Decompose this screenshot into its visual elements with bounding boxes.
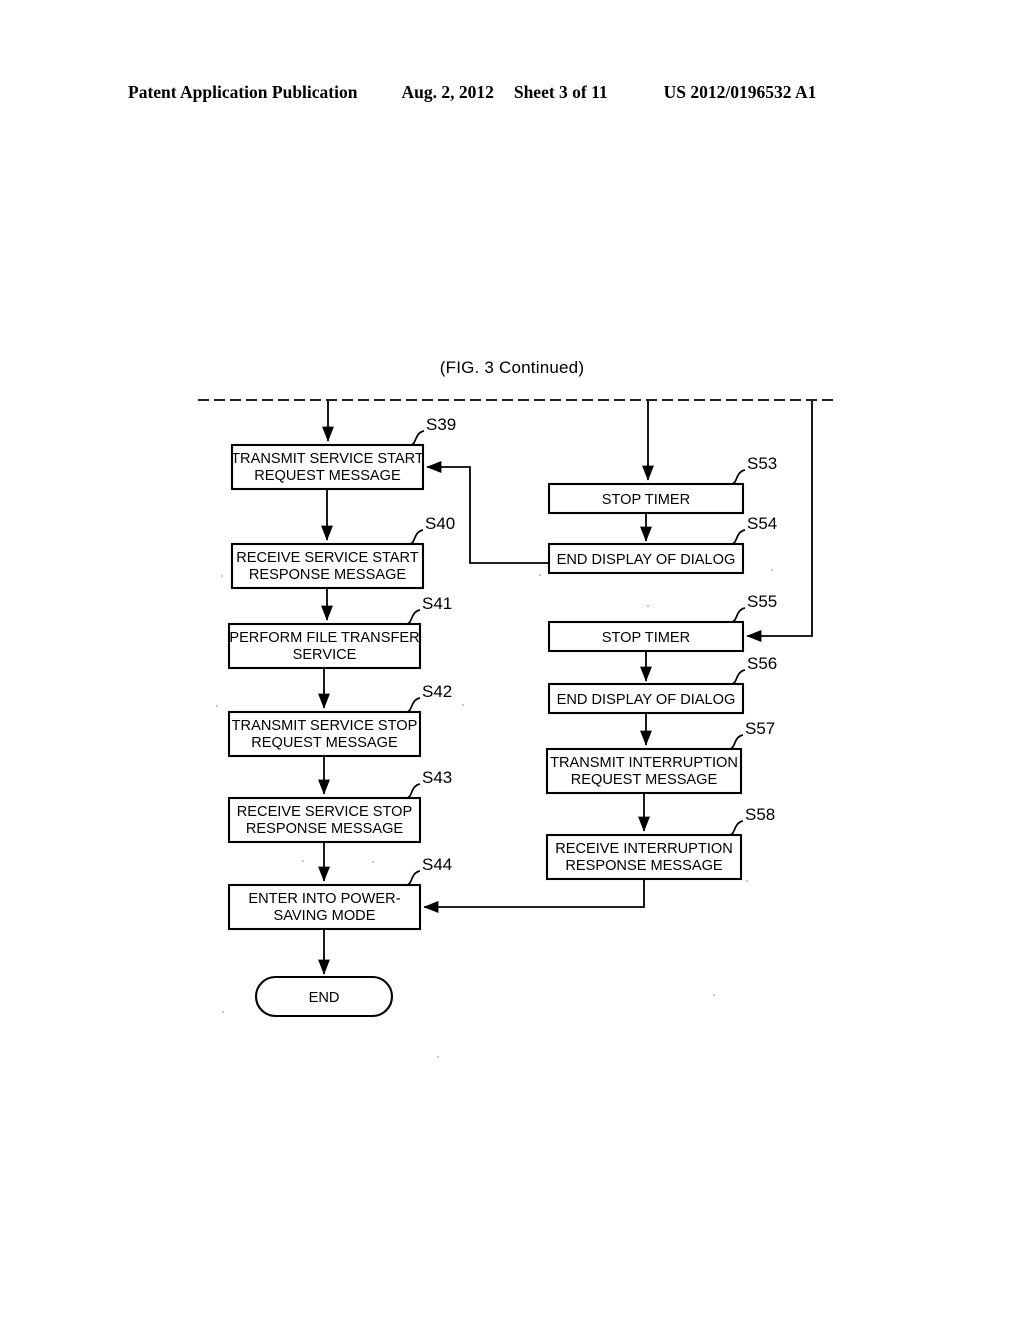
flow-node-s42: TRANSMIT SERVICE STOP REQUEST MESSAGE S4… bbox=[227, 682, 452, 758]
flow-node-s58: RECEIVE INTERRUPTION RESPONSE MESSAGE S5… bbox=[545, 805, 775, 881]
step-label-s56: S56 bbox=[747, 654, 777, 673]
flow-node-s44: ENTER INTO POWER- SAVING MODE S44 bbox=[227, 855, 452, 931]
step-label-s54: S54 bbox=[747, 514, 777, 533]
step-label-s43: S43 bbox=[422, 768, 452, 787]
flow-node-s39: TRANSMIT SERVICE START REQUEST MESSAGE S… bbox=[230, 415, 456, 491]
step-label-s44: S44 bbox=[422, 855, 452, 874]
flow-node-s41-line2: SERVICE bbox=[293, 647, 357, 663]
step-label-s39: S39 bbox=[426, 415, 456, 434]
flow-node-s58-line1: RECEIVE INTERRUPTION bbox=[555, 841, 733, 857]
flow-node-s43-line2: RESPONSE MESSAGE bbox=[246, 821, 404, 837]
flow-node-s53-line1: STOP TIMER bbox=[602, 492, 690, 508]
flow-node-s40-line1: RECEIVE SERVICE START bbox=[236, 550, 419, 566]
flow-node-s41: PERFORM FILE TRANSFER SERVICE S41 bbox=[227, 594, 452, 670]
flow-node-s55: STOP TIMER S55 bbox=[547, 592, 777, 653]
step-label-s41: S41 bbox=[422, 594, 452, 613]
flow-node-s56-line1: END DISPLAY OF DIALOG bbox=[557, 692, 736, 708]
connector-s58-to-s44 bbox=[423, 879, 645, 913]
flow-node-s44-line2: SAVING MODE bbox=[274, 908, 376, 924]
step-label-s58: S58 bbox=[745, 805, 775, 824]
step-label-s57: S57 bbox=[745, 719, 775, 738]
flow-node-s43: RECEIVE SERVICE STOP RESPONSE MESSAGE S4… bbox=[227, 768, 452, 844]
flow-node-s42-line2: REQUEST MESSAGE bbox=[251, 735, 398, 751]
flow-node-s55-line1: STOP TIMER bbox=[602, 630, 690, 646]
step-label-s40: S40 bbox=[425, 514, 455, 533]
flow-node-s39-line1: TRANSMIT SERVICE START bbox=[231, 451, 424, 467]
flow-node-end: END bbox=[254, 975, 394, 1018]
flow-node-s54: END DISPLAY OF DIALOG S54 bbox=[547, 514, 777, 575]
flow-node-s57-line2: REQUEST MESSAGE bbox=[571, 772, 718, 788]
flow-node-s42-line1: TRANSMIT SERVICE STOP bbox=[232, 718, 418, 734]
flow-node-s58-line2: RESPONSE MESSAGE bbox=[565, 858, 723, 874]
flow-node-s53: STOP TIMER S53 bbox=[547, 454, 777, 515]
flow-node-s54-line1: END DISPLAY OF DIALOG bbox=[557, 552, 736, 568]
flow-node-s39-line2: REQUEST MESSAGE bbox=[254, 468, 401, 484]
flow-node-s40-line2: RESPONSE MESSAGE bbox=[249, 567, 407, 583]
flow-node-s40: RECEIVE SERVICE START RESPONSE MESSAGE S… bbox=[230, 514, 455, 590]
flowchart-diagram: TRANSMIT SERVICE START REQUEST MESSAGE S… bbox=[198, 399, 838, 1059]
step-label-s42: S42 bbox=[422, 682, 452, 701]
step-label-s55: S55 bbox=[747, 592, 777, 611]
flow-node-s44-line1: ENTER INTO POWER- bbox=[248, 891, 400, 907]
step-label-s53: S53 bbox=[747, 454, 777, 473]
flow-node-s57: TRANSMIT INTERRUPTION REQUEST MESSAGE S5… bbox=[545, 719, 775, 795]
flow-node-s56: END DISPLAY OF DIALOG S56 bbox=[547, 654, 777, 715]
patent-page: Patent Application Publication Aug. 2, 2… bbox=[0, 0, 1024, 1320]
flow-node-s43-line1: RECEIVE SERVICE STOP bbox=[237, 804, 412, 820]
flow-node-s41-line1: PERFORM FILE TRANSFER bbox=[229, 630, 419, 646]
flow-node-s57-line1: TRANSMIT INTERRUPTION bbox=[550, 755, 738, 771]
flow-node-end-text: END bbox=[309, 990, 340, 1006]
